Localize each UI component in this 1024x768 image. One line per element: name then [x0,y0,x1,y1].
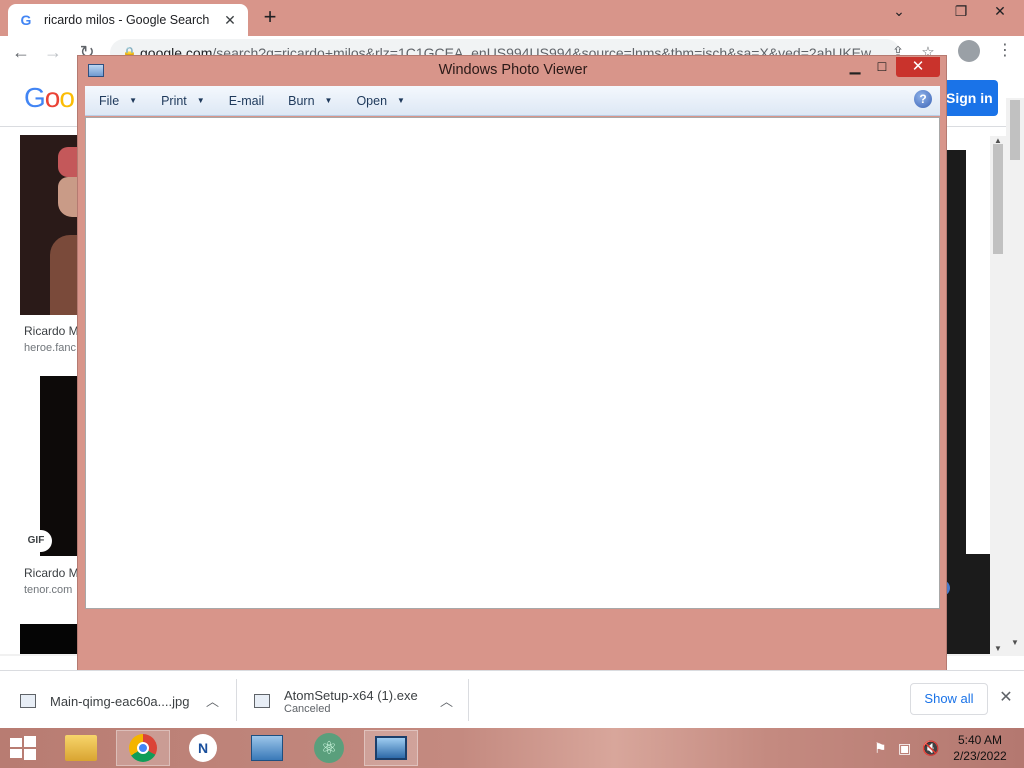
taskbar-file-explorer[interactable] [54,730,108,766]
atom-icon: ⚛ [314,733,344,763]
download-item[interactable]: AtomSetup-x64 (1).exe Canceled [254,681,418,721]
browser-menu-icon[interactable]: ⋮ [997,40,1013,62]
chevron-up-icon[interactable]: ︿ [440,691,453,710]
chevron-down-icon: ▼ [397,96,405,105]
exe-file-icon [254,694,270,708]
minimize-button[interactable]: ▁ [848,58,862,76]
tab-close-icon[interactable]: ✕ [222,12,238,29]
image-file-icon [20,694,36,708]
network-icon[interactable]: ▣ [898,740,911,757]
divider [236,679,237,721]
app-icon: N [189,734,217,762]
forward-arrow-icon[interactable]: → [42,41,64,63]
tab-title: ricardo milos - Google Search [44,13,210,27]
folder-icon [65,735,97,761]
back-arrow-icon[interactable]: ← [10,41,32,63]
chevron-up-icon[interactable]: ︿ [206,691,219,710]
result-site[interactable]: heroe.fanc [24,342,76,354]
page-vertical-scrollbar[interactable]: ▲ ▼ [990,136,1006,656]
menu-print[interactable]: Print ▼ [157,92,209,110]
system-clock[interactable]: 5:40 AM 2/23/2022 [950,732,1010,764]
close-button[interactable]: ✕ [896,57,940,77]
menu-burn[interactable]: Burn ▼ [284,92,336,110]
menu-file[interactable]: File ▼ [95,92,141,110]
result-site[interactable]: tenor.com [24,584,72,596]
photo-display-area[interactable] [85,117,940,609]
tab-search-chevron-icon[interactable]: ⌄ [884,0,914,22]
chevron-down-icon: ▼ [129,96,138,105]
photo-viewer-icon [375,736,407,760]
browser-restore-button[interactable]: ❐ [946,0,976,22]
chevron-down-icon: ▼ [196,96,205,105]
image-result-thumbnail[interactable] [20,624,80,656]
preview-panel [944,554,990,656]
download-status: Canceled [284,702,331,715]
taskbar-app[interactable]: N [176,730,230,766]
new-tab-button[interactable]: + [258,6,282,30]
downloads-bar: Main-qimg-eac60a....jpg ︿ AtomSetup-x64 … [0,670,1024,728]
menu-open[interactable]: Open ▼ [352,92,409,110]
chevron-down-icon: ▼ [324,96,333,105]
windows-start-button[interactable] [8,736,38,760]
chrome-icon [129,734,157,762]
menu-open-label: Open [356,93,388,108]
download-filename: Main-qimg-eac60a....jpg [50,693,190,709]
result-title[interactable]: Ricardo M [24,324,79,338]
menu-file-label: File [99,93,120,108]
google-logo[interactable]: Goo [24,82,75,114]
image-result-thumbnail[interactable] [20,135,80,315]
browser-tab[interactable]: G ricardo milos - Google Search ✕ [8,4,248,36]
menu-burn-label: Burn [288,93,315,108]
volume-muted-icon[interactable]: 🔇 [922,740,939,757]
photo-viewer-window: Windows Photo Viewer ▁ ☐ ✕ File ▼ Print ▼ … [77,55,947,672]
download-item[interactable]: Main-qimg-eac60a....jpg [20,681,189,721]
gif-badge: GIF [20,530,52,552]
help-icon[interactable]: ? [914,90,932,108]
browser-close-button[interactable]: ✕ [985,0,1015,22]
browser-tab-strip: G ricardo milos - Google Search ✕ + ⌄ ❐ … [0,0,1024,36]
maximize-button[interactable]: ☐ [875,60,889,74]
google-favicon-icon: G [20,12,32,28]
image-result-thumbnail[interactable] [40,376,80,556]
clock-date: 2/23/2022 [953,749,1007,763]
action-center-flag-icon[interactable]: ⚑ [874,740,887,757]
clock-time: 5:40 AM [957,733,1003,747]
taskbar-photo-viewer[interactable] [364,730,418,766]
windows-taskbar: N ⚛ ⚑ ▣ 🔇 5:40 AM 2/23/2022 [0,728,1024,768]
preview-panel [944,150,966,554]
divider [468,679,469,721]
photo-viewer-title: Windows Photo Viewer [438,62,588,78]
taskbar-control-panel[interactable] [240,730,294,766]
result-title[interactable]: Ricardo M [24,566,79,580]
photo-viewer-menubar: File ▼ Print ▼ E-mail Burn ▼ Open ▼ [85,86,940,116]
profile-avatar-icon[interactable] [958,40,980,62]
close-icon[interactable]: ✕ [998,687,1014,707]
menu-print-label: Print [161,93,187,108]
menu-email-label: E-mail [228,93,265,108]
download-filename: AtomSetup-x64 (1).exe [284,687,418,703]
menu-email[interactable]: E-mail [225,92,268,110]
taskbar-chrome[interactable] [116,730,170,766]
control-panel-icon [251,735,283,761]
browser-vertical-scrollbar[interactable]: ▼ [1006,98,1024,656]
show-all-button[interactable]: Show all [910,683,988,715]
taskbar-atom[interactable]: ⚛ [302,730,356,766]
